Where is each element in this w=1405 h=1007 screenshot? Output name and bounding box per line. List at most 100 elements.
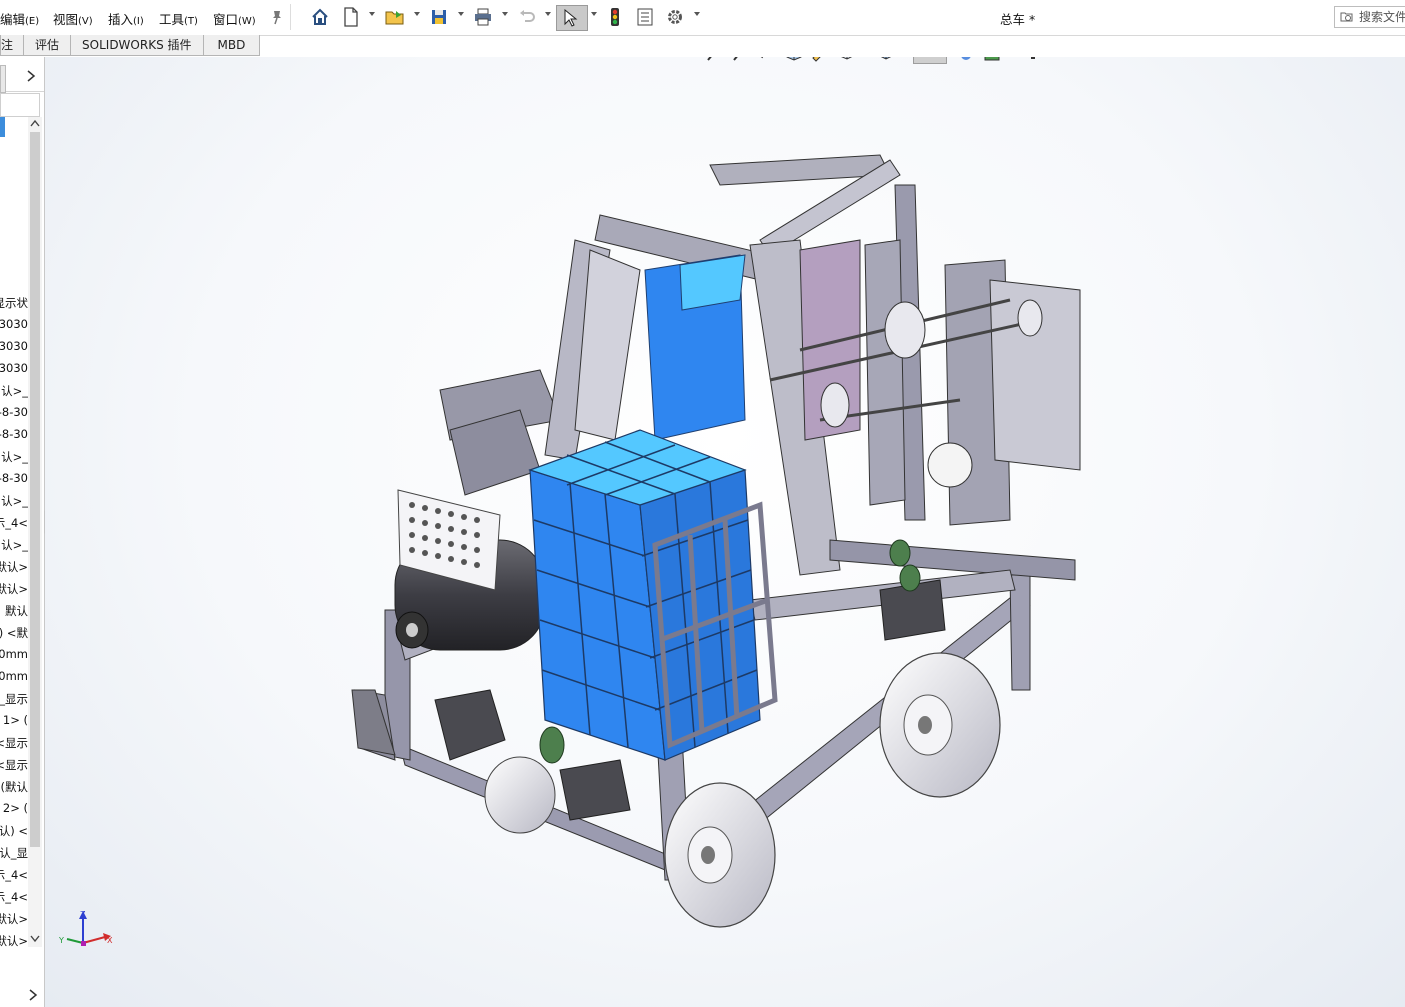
tab-evaluate[interactable]: 评估 xyxy=(23,35,72,56)
tree-item[interactable]: -8-30 xyxy=(0,427,28,445)
chevron-down-icon[interactable] xyxy=(694,12,700,16)
gear-icon[interactable] xyxy=(664,6,686,28)
traffic-light-icon[interactable] xyxy=(604,6,626,28)
tree-item-label: 1> ( xyxy=(2,713,28,727)
chevron-down-icon[interactable] xyxy=(30,935,40,943)
z-axis-label: Z xyxy=(80,910,86,919)
tree-item-label: 默认> xyxy=(0,582,28,596)
feature-manager-tree: 显示状 3030 3030 3030 认>_ -8-30 -8-30 认>_ -8-30 认>_ 示… xyxy=(0,57,45,1007)
tree-item-label: 默认> xyxy=(0,560,28,574)
tree-item[interactable]: 3030 xyxy=(0,361,28,379)
tree-filter-input[interactable] xyxy=(0,93,40,117)
tree-item[interactable]: 默认> xyxy=(0,911,28,929)
open-folder-icon[interactable] xyxy=(384,6,406,28)
chevron-down-icon[interactable] xyxy=(414,12,420,16)
tree-item-label: 认) < xyxy=(0,824,28,838)
chevron-up-icon[interactable] xyxy=(30,119,40,127)
scrollbar-thumb[interactable] xyxy=(30,132,40,847)
front-left-wheel xyxy=(664,782,776,928)
tree-item-label: >_显示 xyxy=(0,692,28,706)
tree-item-label: 2> ( xyxy=(2,801,28,815)
menu-tools[interactable]: 工具(T) xyxy=(159,9,198,28)
chevron-down-icon[interactable] xyxy=(369,12,375,16)
tree-item-label: -8-30 xyxy=(0,427,28,441)
panel-tab[interactable] xyxy=(0,65,6,93)
tree-item-label: 00mm xyxy=(0,669,28,683)
search-input[interactable]: 搜索文件 xyxy=(1334,6,1405,28)
tree-item[interactable]: (默认 xyxy=(0,779,29,797)
file-properties-icon[interactable] xyxy=(634,6,656,28)
tree-item-label: 显示状 xyxy=(0,296,28,310)
tree-item[interactable]: 默认> xyxy=(0,559,28,577)
tree-item[interactable]: >_显示 xyxy=(0,691,28,709)
chevron-down-icon[interactable] xyxy=(458,12,464,16)
tree-item-label: 示_4< xyxy=(0,516,28,530)
tree-item-label: 示_4< xyxy=(0,868,28,882)
tree-item[interactable]: -8-30 xyxy=(0,405,28,423)
tree-item-label: 认>_ xyxy=(1,494,28,508)
tree-item[interactable]: 00mm xyxy=(0,669,28,687)
tree-item[interactable]: 示_4< xyxy=(0,867,28,885)
tree-item[interactable]: 2> ( xyxy=(0,801,28,819)
tree-item[interactable]: 示_4< xyxy=(0,515,28,533)
menu-insert[interactable]: 插入(I) xyxy=(108,9,144,28)
menu-edit[interactable]: 编辑(E) xyxy=(0,9,39,28)
y-axis-label: Y xyxy=(58,936,64,945)
tree-item[interactable]: 示_4< xyxy=(0,889,28,907)
tree-item[interactable]: 认) < xyxy=(0,823,28,841)
tree-item-label: 认>_ xyxy=(1,384,28,398)
assembly-3d-model[interactable] xyxy=(45,57,1405,1007)
tree-item-label: 认>_ xyxy=(1,538,28,552)
tree-item[interactable]: 认>_ xyxy=(0,493,28,511)
tree-item-label: 3030 xyxy=(0,361,28,375)
tree-item[interactable]: 3030 xyxy=(0,339,28,357)
chevron-down-icon[interactable] xyxy=(545,12,551,16)
tree-item-label: <显示 xyxy=(0,758,28,772)
tree-item[interactable]: 认>_ xyxy=(0,537,28,555)
tree-scrollbar[interactable] xyxy=(28,117,42,947)
tree-item[interactable]: -8-30 xyxy=(0,471,28,489)
tab-annotation[interactable]: 注 xyxy=(0,35,25,56)
tree-item-label: 默认> xyxy=(0,934,28,948)
tree-item[interactable]: 认>_ xyxy=(0,383,28,401)
menu-window[interactable]: 窗口(W) xyxy=(213,9,256,28)
tree-item[interactable]: 默认 xyxy=(0,603,28,621)
tree-item[interactable]: 认_显 xyxy=(0,845,28,863)
tree-item[interactable]: 00mm xyxy=(0,647,28,665)
chevron-down-icon[interactable] xyxy=(502,12,508,16)
menu-view[interactable]: 视图(V) xyxy=(53,9,93,28)
chevron-down-icon[interactable] xyxy=(591,12,597,16)
graphics-area[interactable]: Z X Y xyxy=(45,57,1405,1007)
new-document-icon[interactable] xyxy=(340,6,362,28)
print-icon[interactable] xyxy=(472,6,494,28)
coordinate-triad: Z X Y xyxy=(58,910,113,946)
command-manager-tabs: 注 评估 SOLIDWORKS 插件 MBD xyxy=(0,35,261,56)
tab-mbd[interactable]: MBD xyxy=(202,35,261,56)
tree-item-label: 默认> xyxy=(0,912,28,926)
tab-solidworks-addins[interactable]: SOLIDWORKS 插件 xyxy=(70,35,204,56)
tree-item-label: (默认 xyxy=(0,780,29,794)
menu-toolbar-bar: 编辑(E) 视图(V) 插入(I) 工具(T) 窗口(W) 总车 * 搜索文件 xyxy=(0,0,1405,36)
select-tool-button[interactable] xyxy=(556,5,588,31)
tree-item-label: 3030 xyxy=(0,317,28,331)
tree-item-label: 认) <默 xyxy=(0,626,28,640)
tree-item[interactable]: <显示 xyxy=(0,735,28,753)
tree-item[interactable]: 认>_ xyxy=(0,449,28,467)
pin-icon[interactable] xyxy=(266,6,288,28)
tree-item-label: 3030 xyxy=(0,339,28,353)
tree-item[interactable]: 显示状 xyxy=(0,295,28,313)
tree-item[interactable]: <显示 xyxy=(0,757,28,775)
tree-item[interactable]: 默认> xyxy=(0,581,28,599)
save-icon[interactable] xyxy=(428,6,450,28)
tree-item[interactable]: 默认> xyxy=(0,933,28,951)
undo-icon[interactable] xyxy=(516,6,538,28)
tree-item[interactable]: 1> ( xyxy=(0,713,28,731)
caster-wheel xyxy=(395,611,429,649)
tree-item-label: 认>_ xyxy=(1,450,28,464)
chevron-right-icon[interactable] xyxy=(28,989,38,1001)
chevron-right-icon[interactable] xyxy=(26,70,36,82)
home-icon[interactable] xyxy=(309,6,331,28)
tree-item[interactable]: 认) <默 xyxy=(0,625,28,643)
tree-item[interactable]: 3030 xyxy=(0,317,28,335)
tree-item-label: 默认 xyxy=(5,604,28,618)
